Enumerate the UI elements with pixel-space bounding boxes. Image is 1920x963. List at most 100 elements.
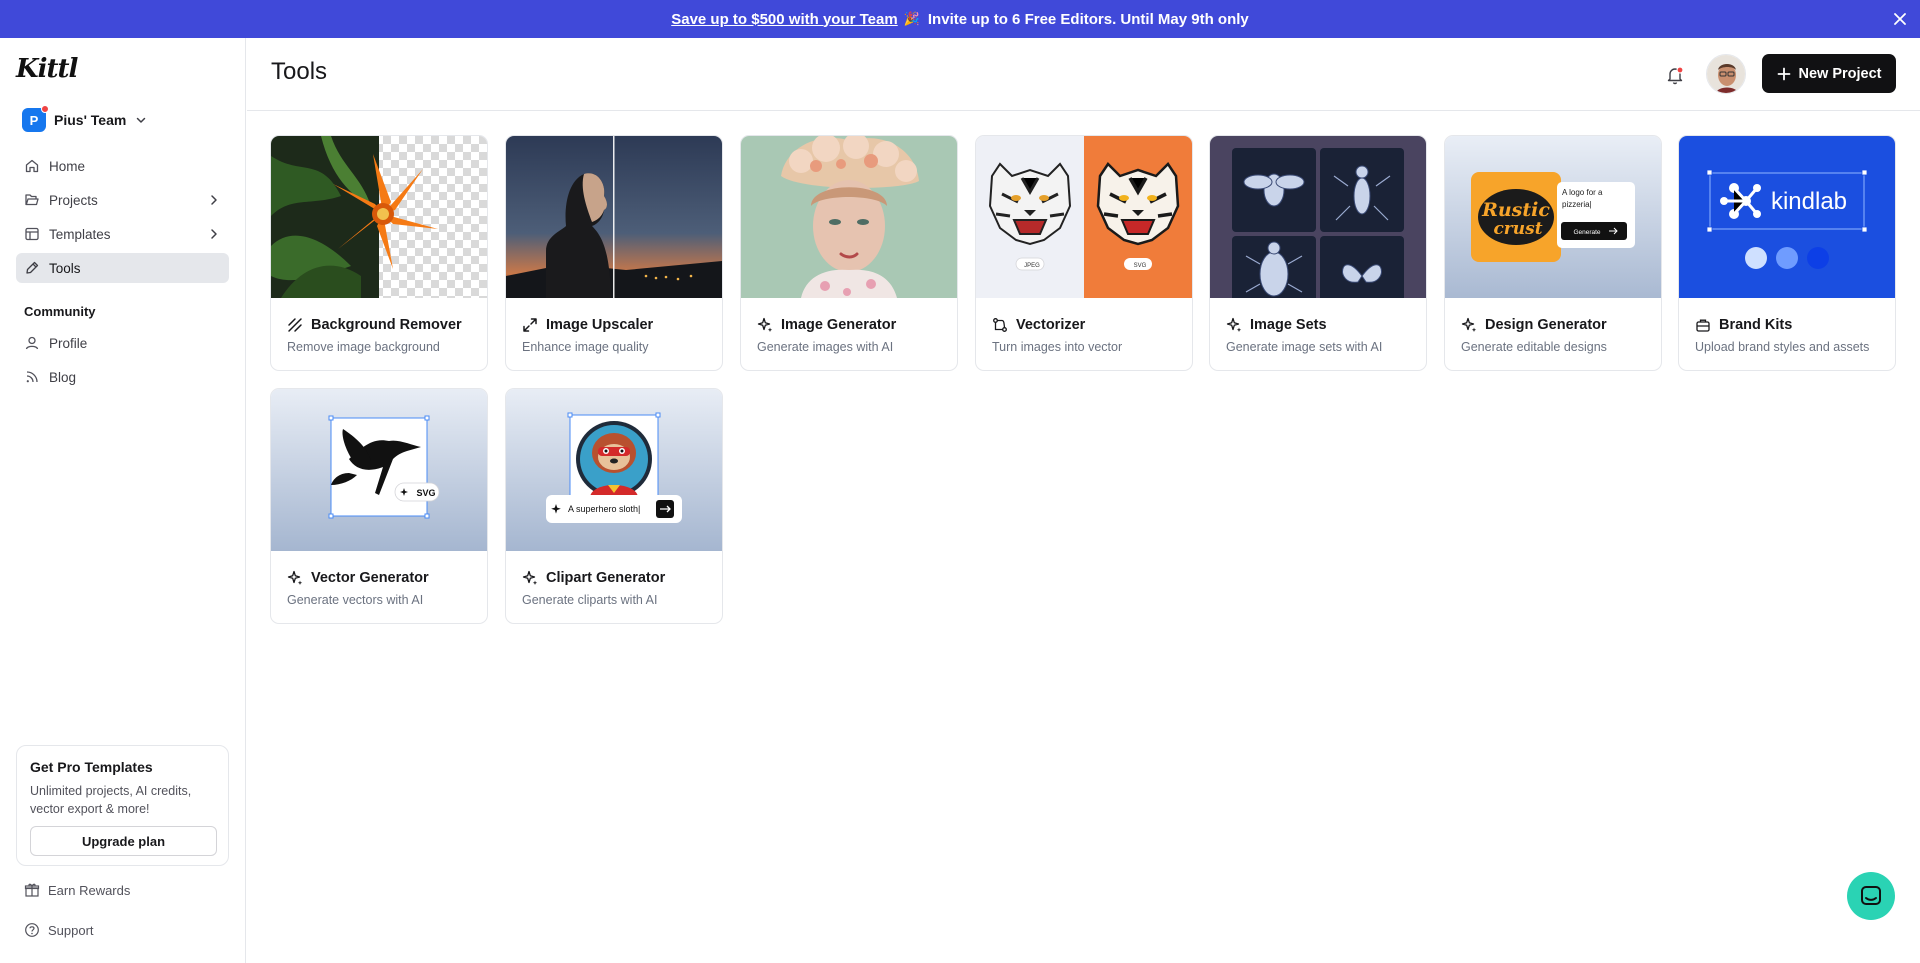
brand-kits-thumbnail: kindlab <box>1679 136 1895 298</box>
tool-card-vector-generator[interactable]: SVG Vector Generator Generate vectors wi… <box>270 388 488 624</box>
tool-title: Image Generator <box>757 317 896 333</box>
promo-link[interactable]: Save up to $500 with your Team <box>671 11 897 28</box>
tool-card-image-sets[interactable]: Image Sets Generate image sets with AI <box>1209 135 1427 371</box>
sidebar-item-projects[interactable]: Projects <box>16 185 229 215</box>
user-avatar[interactable] <box>1706 54 1746 94</box>
party-emoji: 🎉 <box>903 11 920 26</box>
pro-title: Get Pro Templates <box>30 759 153 775</box>
community-heading: Community <box>24 304 96 319</box>
tool-subtitle: Generate image sets with AI <box>1226 340 1383 354</box>
tool-card-brand-kits[interactable]: kindlab Brand Kits Upload brand styles a… <box>1678 135 1896 371</box>
background-remover-thumbnail <box>271 136 487 298</box>
promo-banner: Save up to $500 with your Team 🎉 Invite … <box>0 0 1920 38</box>
bell-icon <box>1667 66 1684 85</box>
tool-subtitle: Generate vectors with AI <box>287 593 424 607</box>
notifications-button[interactable] <box>1664 64 1686 86</box>
new-project-button[interactable]: New Project <box>1762 54 1896 93</box>
close-banner-button[interactable] <box>1890 9 1910 29</box>
chevron-right-icon <box>211 195 217 205</box>
vectorizer-thumbnail: JPEG SVG <box>976 136 1192 298</box>
support-link[interactable]: Support <box>24 922 94 938</box>
tool-card-background-remover[interactable]: Background Remover Remove image backgrou… <box>270 135 488 371</box>
tool-title: Background Remover <box>287 317 462 333</box>
sidebar-item-tools[interactable]: Tools <box>16 253 229 283</box>
notification-dot <box>41 105 49 113</box>
chevron-down-icon <box>137 117 146 123</box>
folder-icon <box>24 192 40 208</box>
sparkle-icon <box>1461 317 1477 333</box>
team-name: Pius' Team <box>54 112 127 128</box>
community-nav: Profile Blog <box>16 328 229 396</box>
sparkle-icon <box>287 570 303 586</box>
rss-icon <box>24 369 40 385</box>
design-generate-label: Generate <box>1573 229 1600 236</box>
tool-card-image-upscaler[interactable]: Image Upscaler Enhance image quality <box>505 135 723 371</box>
vector-icon <box>992 317 1008 333</box>
rustic-logo-line1: Rustic <box>1481 199 1550 221</box>
vector-generator-thumbnail: SVG <box>271 389 487 551</box>
team-switcher[interactable]: P Pius' Team <box>22 105 148 132</box>
sparkle-icon <box>1226 317 1242 333</box>
tools-icon <box>24 260 40 276</box>
image-upscaler-thumbnail <box>506 136 722 298</box>
rustic-logo-line2: crust <box>1493 219 1542 239</box>
kittl-logo[interactable]: Kittl <box>16 54 78 84</box>
upgrade-plan-button[interactable]: Upgrade plan <box>30 826 217 856</box>
chat-launcher-button[interactable] <box>1847 872 1895 920</box>
svg-badge: SVG <box>416 488 435 498</box>
tool-subtitle: Turn images into vector <box>992 340 1123 354</box>
clipart-prompt-text: A superhero sloth| <box>568 504 640 514</box>
design-prompt-text: A logo for a pizzeria| <box>1562 188 1603 209</box>
tool-subtitle: Generate images with AI <box>757 340 894 354</box>
brand-name: kindlab <box>1771 188 1847 215</box>
tool-subtitle: Generate cliparts with AI <box>522 593 658 607</box>
tool-title: Vector Generator <box>287 570 429 586</box>
user-icon <box>24 335 40 351</box>
sparkle-icon <box>757 317 773 333</box>
chevron-right-icon <box>211 229 217 239</box>
templates-icon <box>24 226 40 242</box>
clipart-generator-thumbnail: A superhero sloth| <box>506 389 722 551</box>
sparkle-icon <box>522 570 538 586</box>
page-header: Tools New Project <box>247 38 1920 111</box>
tool-title: Clipart Generator <box>522 570 665 586</box>
image-generator-thumbnail <box>741 136 957 298</box>
design-generator-thumbnail: Rustic crust A logo for a pizzeria| Gene… <box>1445 136 1661 298</box>
tool-title: Brand Kits <box>1695 317 1792 333</box>
sidebar-item-home[interactable]: Home <box>16 151 229 181</box>
plus-icon <box>1777 67 1790 80</box>
tool-card-vectorizer[interactable]: JPEG SVG Vectorizer Turn images into vec… <box>975 135 1193 371</box>
tool-card-image-generator[interactable]: Image Generator Generate images with AI <box>740 135 958 371</box>
tool-subtitle: Generate editable designs <box>1461 340 1607 354</box>
chat-icon <box>1861 886 1881 905</box>
tool-title: Vectorizer <box>992 317 1085 333</box>
earn-rewards-link[interactable]: Earn Rewards <box>24 882 130 898</box>
tool-card-design-generator[interactable]: Rustic crust A logo for a pizzeria| Gene… <box>1444 135 1662 371</box>
pro-upsell-card: Get Pro Templates Unlimited projects, AI… <box>16 745 229 866</box>
pro-text: Unlimited projects, AI credits, vector e… <box>30 784 192 816</box>
page-title: Tools <box>271 58 328 85</box>
tool-subtitle: Upload brand styles and assets <box>1695 340 1870 354</box>
tool-title: Design Generator <box>1461 317 1607 333</box>
sidebar-item-blog[interactable]: Blog <box>16 362 229 392</box>
tool-card-clipart-generator[interactable]: A superhero sloth| Clipart Generator Gen… <box>505 388 723 624</box>
expand-icon <box>522 317 538 333</box>
tool-subtitle: Remove image background <box>287 340 440 354</box>
tool-title: Image Upscaler <box>522 317 653 333</box>
home-icon <box>24 158 40 174</box>
promo-text: Invite up to 6 Free Editors. Until May 9… <box>927 10 1249 28</box>
main-nav: Home Projects Templates Tools <box>16 151 229 287</box>
team-avatar: P <box>22 105 49 132</box>
sidebar: Kittl P Pius' Team Home Projects Templat… <box>0 38 246 963</box>
close-icon <box>1894 13 1906 25</box>
sidebar-item-profile[interactable]: Profile <box>16 328 229 358</box>
tool-subtitle: Enhance image quality <box>522 340 649 354</box>
background-remover-icon <box>287 317 303 333</box>
svg-badge: SVG <box>1134 263 1147 269</box>
sidebar-item-templates[interactable]: Templates <box>16 219 229 249</box>
tool-title: Image Sets <box>1226 317 1327 333</box>
image-sets-thumbnail <box>1210 136 1426 298</box>
briefcase-icon <box>1695 317 1711 333</box>
gift-icon <box>24 882 40 898</box>
help-icon <box>24 922 40 938</box>
